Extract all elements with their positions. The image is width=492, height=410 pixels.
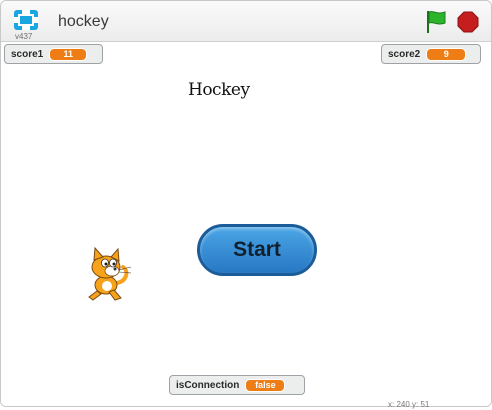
isconnection-label: isConnection [176, 379, 240, 391]
stop-sign-icon[interactable] [457, 11, 479, 33]
fullscreen-icon[interactable] [13, 9, 39, 31]
isconnection-value: false [245, 378, 286, 392]
green-flag-icon[interactable] [425, 10, 447, 34]
score2-label: score2 [388, 48, 421, 60]
start-button[interactable]: Start [197, 224, 317, 276]
score1-watcher: score1 11 [4, 44, 103, 64]
player-window: v437 hockey score1 11 score2 9 Hockey St… [0, 0, 492, 407]
mouse-coordinates: x: 240 y: 51 [388, 400, 430, 409]
score2-value: 9 [426, 47, 467, 61]
score2-watcher: score2 9 [381, 44, 481, 64]
version-label: v437 [15, 32, 33, 41]
stage[interactable]: score1 11 score2 9 Hockey Start isConnec… [1, 42, 491, 406]
project-title: hockey [58, 13, 109, 30]
isconnection-watcher: isConnection false [169, 375, 305, 395]
score1-value: 11 [49, 47, 88, 61]
scratch-cat-sprite[interactable] [79, 245, 135, 303]
score1-label: score1 [11, 48, 44, 60]
hockey-heading: Hockey [188, 80, 250, 100]
title-bar: v437 hockey [1, 1, 491, 42]
